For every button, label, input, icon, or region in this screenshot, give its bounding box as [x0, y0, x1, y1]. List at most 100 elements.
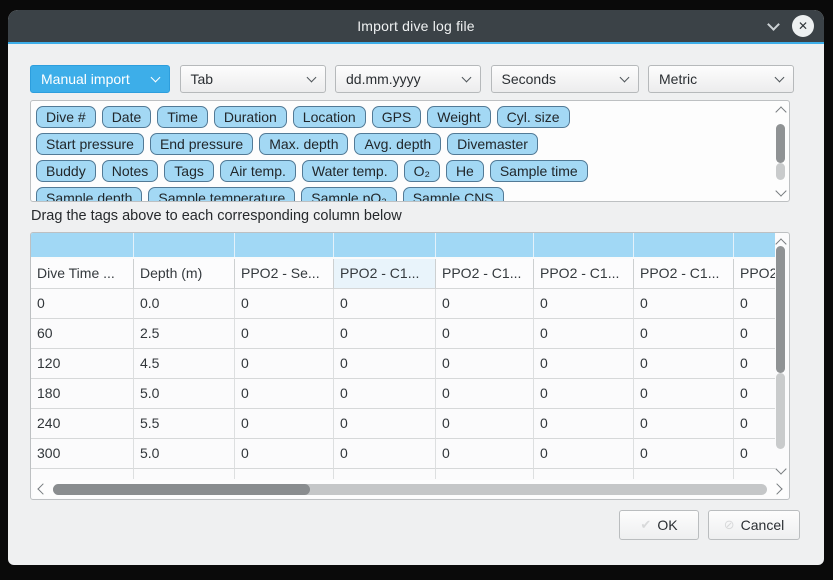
tag[interactable]: O₂	[404, 160, 440, 182]
table-cell: 0	[334, 319, 436, 349]
column-header[interactable]: PPO2 - C1...	[436, 259, 534, 289]
dialog-buttons: ✔ OK ⊘ Cancel	[619, 510, 800, 540]
table-cell: 0	[436, 439, 534, 469]
close-button[interactable]: ✕	[792, 15, 814, 37]
chevron-down-icon	[306, 73, 316, 83]
table-cell: 0	[31, 289, 134, 319]
tag[interactable]: End pressure	[150, 133, 253, 155]
tag-rows: Dive # DateTime Duration Location GPSWeight C…	[36, 106, 769, 201]
scroll-down-icon[interactable]	[775, 185, 786, 196]
table-row: 00.0000000	[31, 289, 775, 319]
tag-row: Dive # DateTime Duration Location GPSWeight C…	[36, 106, 769, 128]
table-grid: Dive Time ...Depth (m)PPO2 - Se...PPO2 -…	[31, 233, 775, 479]
table-cell	[634, 469, 734, 479]
column-header[interactable]: PPO2 - C1...	[634, 259, 734, 289]
tag[interactable]: Date	[102, 106, 152, 128]
table-cell: 0	[534, 319, 634, 349]
scroll-left-icon[interactable]	[37, 483, 48, 494]
tag[interactable]: Dive #	[36, 106, 96, 128]
column-drop-target[interactable]	[334, 233, 436, 257]
table-vertical-scrollbar[interactable]	[774, 234, 788, 478]
tag[interactable]: Max. depth	[259, 133, 348, 155]
column-header[interactable]: Depth (m)	[134, 259, 235, 289]
scrollbar-thumb[interactable]	[53, 484, 310, 495]
table-cell: 0	[634, 319, 734, 349]
table-cell: 240	[31, 409, 134, 439]
ok-button[interactable]: ✔ OK	[619, 510, 699, 540]
tag[interactable]: Sample CNS	[403, 187, 504, 201]
tag[interactable]: Buddy	[36, 160, 96, 182]
tag[interactable]: Divemaster	[447, 133, 538, 155]
import-source-select[interactable]: Manual import	[30, 65, 170, 93]
tag[interactable]: Sample temperature	[148, 187, 295, 201]
tag[interactable]: Water temp.	[302, 160, 398, 182]
scrollbar-thumb[interactable]	[776, 124, 785, 163]
scroll-up-icon[interactable]	[775, 106, 786, 117]
tag[interactable]: Cyl. size	[497, 106, 570, 128]
tag[interactable]: Duration	[214, 106, 287, 128]
tag[interactable]: Sample pO₂	[301, 187, 396, 201]
tag[interactable]: Time	[157, 106, 208, 128]
tag[interactable]: GPS	[372, 106, 422, 128]
scroll-right-icon[interactable]	[771, 483, 782, 494]
table-cell: 0	[734, 289, 775, 319]
cancel-button[interactable]: ⊘ Cancel	[708, 510, 800, 540]
column-drop-target[interactable]	[31, 233, 134, 257]
column-header[interactable]: PPO2 - C1...	[534, 259, 634, 289]
tag-row: Sample depth Sample temperature Sample pO₂…	[36, 187, 769, 201]
column-header[interactable]: PPO2 - Se...	[235, 259, 334, 289]
table-cell: 0	[634, 349, 734, 379]
table-cell: 120	[31, 349, 134, 379]
scrollbar-track[interactable]	[53, 484, 767, 495]
tag[interactable]: He	[446, 160, 484, 182]
table-cell: 4.5	[134, 349, 235, 379]
scrollbar-track[interactable]	[776, 373, 785, 449]
scrollbar-track[interactable]	[776, 163, 785, 181]
table-cell: 0	[235, 439, 334, 469]
window-title: Import dive log file	[8, 18, 824, 34]
tag[interactable]: Notes	[102, 160, 159, 182]
table-horizontal-scrollbar[interactable]	[33, 480, 787, 498]
tag[interactable]: Location	[293, 106, 366, 128]
units-select[interactable]: Metric	[648, 65, 794, 93]
scroll-down-icon[interactable]	[775, 463, 786, 474]
table-cell: 0	[436, 349, 534, 379]
table-cell: 0	[534, 409, 634, 439]
column-drop-target[interactable]	[634, 233, 734, 257]
titlebar-accent-line	[8, 42, 824, 44]
tag-pool: Dive # DateTime Duration Location GPSWeight C…	[30, 100, 790, 202]
table-cell: 0	[334, 379, 436, 409]
table-cell	[734, 469, 775, 479]
table-cell: 0	[436, 379, 534, 409]
column-drop-target[interactable]	[134, 233, 235, 257]
tag-row: Start pressure End pressure Max. depth Avg.…	[36, 133, 769, 155]
tag[interactable]: Avg. depth	[354, 133, 441, 155]
column-drop-target[interactable]	[534, 233, 634, 257]
tag[interactable]: Sample time	[490, 160, 588, 182]
tag[interactable]: Start pressure	[36, 133, 144, 155]
column-header[interactable]: PPO2 - C1...	[334, 259, 436, 289]
tag[interactable]: Sample depth	[36, 187, 142, 201]
table-cell	[436, 469, 534, 479]
scrollbar-thumb[interactable]	[776, 246, 785, 373]
tag[interactable]: Tags	[164, 160, 214, 182]
tag-pool-vertical-scrollbar[interactable]	[774, 102, 788, 200]
column-drop-target[interactable]	[235, 233, 334, 257]
titlebar[interactable]: Import dive log file ✕	[8, 10, 824, 42]
chevron-down-icon[interactable]	[767, 18, 780, 31]
ok-label: OK	[657, 517, 677, 533]
date-format-value: dd.mm.yyyy	[346, 71, 421, 87]
tag[interactable]: Air temp.	[220, 160, 296, 182]
field-separator-select[interactable]: Tab	[180, 65, 326, 93]
import-source-value: Manual import	[41, 71, 130, 87]
table-cell	[334, 469, 436, 479]
date-format-select[interactable]: dd.mm.yyyy	[335, 65, 481, 93]
tag[interactable]: Weight	[427, 106, 490, 128]
column-drop-target[interactable]	[734, 233, 775, 257]
duration-format-select[interactable]: Seconds	[491, 65, 639, 93]
column-header[interactable]: PPO2 - C1...	[734, 259, 775, 289]
column-header[interactable]: Dive Time ...	[31, 259, 134, 289]
table-cell: 5.0	[134, 439, 235, 469]
column-drop-target[interactable]	[436, 233, 534, 257]
table-cell: 0	[734, 409, 775, 439]
